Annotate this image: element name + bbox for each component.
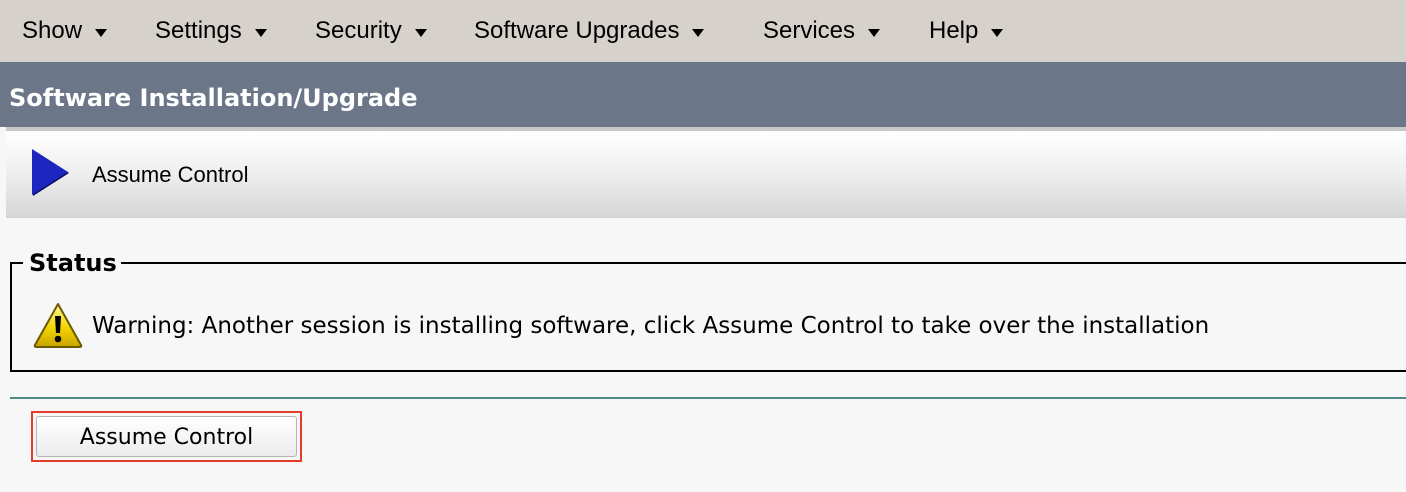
menu-services-label: Services bbox=[763, 17, 856, 44]
divider bbox=[10, 397, 1406, 399]
chevron-down-icon bbox=[414, 28, 427, 37]
menu-show-label: Show bbox=[22, 17, 83, 44]
menu-help[interactable]: Help bbox=[929, 0, 1004, 62]
status-legend: Status bbox=[23, 248, 121, 278]
chevron-down-icon bbox=[868, 28, 881, 37]
play-arrow-icon[interactable] bbox=[32, 149, 68, 195]
page-title-bar: Software Installation/Upgrade bbox=[0, 62, 1406, 127]
menu-security[interactable]: Security bbox=[315, 0, 427, 62]
menu-software-upgrades[interactable]: Software Upgrades bbox=[474, 0, 705, 62]
chevron-down-icon bbox=[991, 28, 1004, 37]
menu-bar: Show Settings Security Software Upgrades… bbox=[0, 0, 1406, 62]
toolbar: Assume Control bbox=[6, 131, 1406, 218]
assume-control-button-label: Assume Control bbox=[36, 416, 297, 457]
warning-icon bbox=[33, 303, 83, 348]
menu-software-upgrades-label: Software Upgrades bbox=[474, 17, 680, 44]
menu-settings-label: Settings bbox=[155, 17, 242, 44]
chevron-down-icon bbox=[692, 28, 705, 37]
menu-show[interactable]: Show bbox=[22, 0, 108, 62]
status-message: Warning: Another session is installing s… bbox=[92, 313, 1210, 339]
toolbar-assume-control-link[interactable]: Assume Control bbox=[92, 131, 249, 218]
assume-control-button[interactable]: Assume Control bbox=[31, 411, 302, 462]
menu-help-label: Help bbox=[929, 17, 979, 44]
menu-settings[interactable]: Settings bbox=[155, 0, 267, 62]
menu-security-label: Security bbox=[315, 17, 402, 44]
page-title: Software Installation/Upgrade bbox=[9, 84, 418, 112]
menu-services[interactable]: Services bbox=[763, 0, 881, 62]
chevron-down-icon bbox=[95, 28, 108, 37]
chevron-down-icon bbox=[254, 28, 267, 37]
